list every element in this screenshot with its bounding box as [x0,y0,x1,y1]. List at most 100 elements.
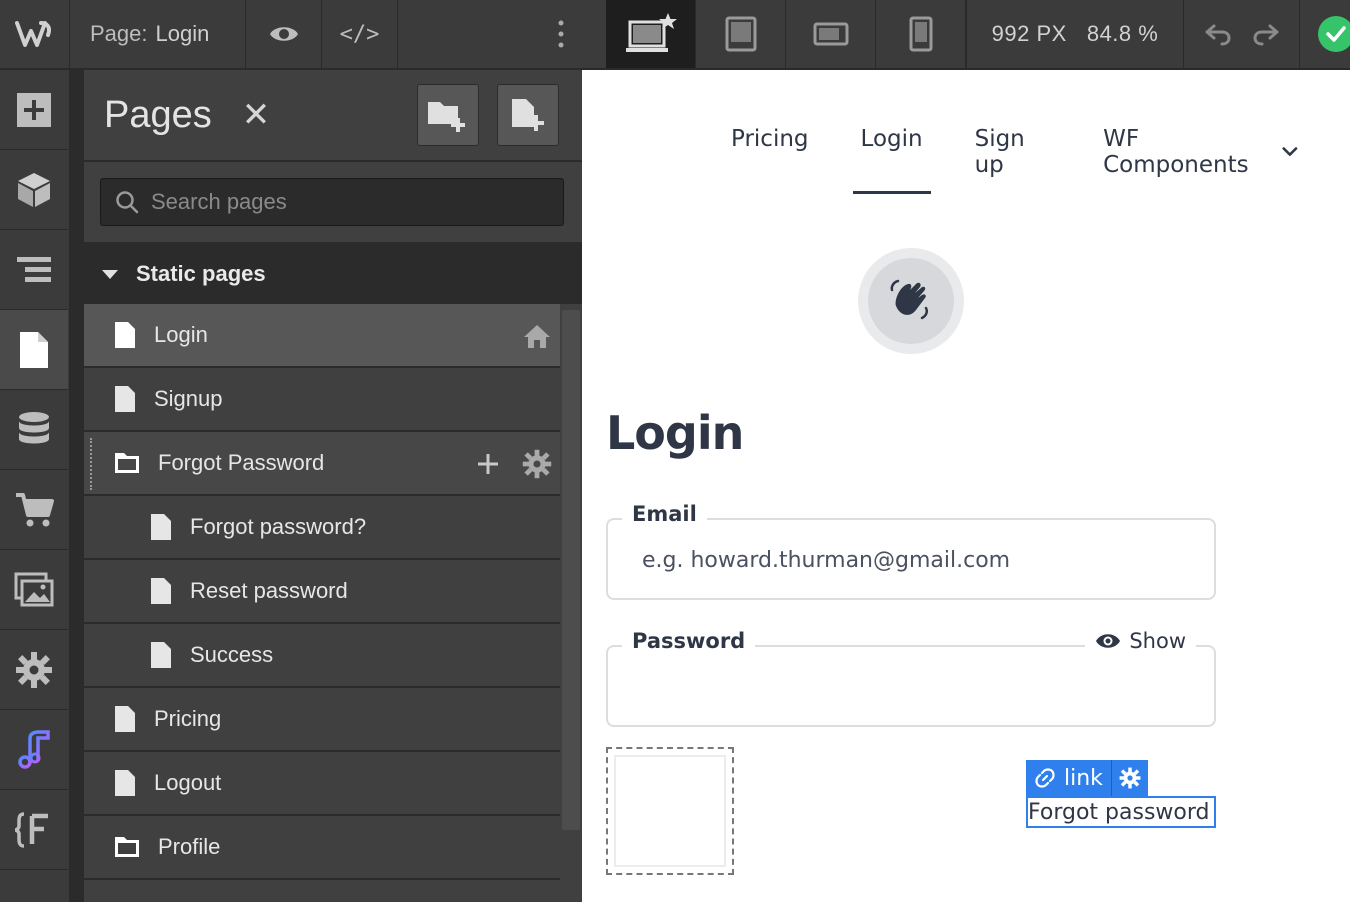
folder-label: Forgot Password [158,450,325,475]
home-icon[interactable] [522,323,552,349]
page-row-pricing[interactable]: Pricing [84,688,560,752]
page-label: Pricing [154,706,222,731]
page-row-logout[interactable]: Logout [84,752,560,816]
element-settings-button[interactable] [1112,760,1148,796]
code-export-button[interactable]: </> [322,0,398,68]
show-password-toggle[interactable]: Show [1085,629,1196,653]
plus-icon[interactable] [476,452,500,476]
add-page-icon [512,99,544,131]
page-icon [151,514,171,540]
close-panel-button[interactable]: ✕ [242,98,271,132]
nav-link-pricing[interactable]: Pricing [731,126,809,192]
email-input[interactable] [642,548,1182,573]
search-icon [116,191,139,214]
more-vertical-icon [558,20,564,48]
page-label: Logout [154,770,222,795]
add-folder-icon [428,102,465,132]
tablet-icon [725,16,756,52]
page-label: Signup [154,386,223,411]
page-row-success[interactable]: Success [84,624,560,688]
create-folder-button[interactable] [417,84,479,146]
code-icon: </> [339,21,380,47]
nav-dropdown-label: WF Components [1103,126,1249,178]
pages-panel: Pages ✕ Static pages Login [70,70,582,902]
canvas-width: 992 PX [991,21,1067,46]
nav-link-login[interactable]: Login [852,126,931,194]
preview-button[interactable] [246,0,322,68]
mobile-portrait-breakpoint-button[interactable] [876,0,966,68]
gear-icon [1119,767,1141,789]
pages-panel-body: Pages ✕ Static pages Login [84,70,582,902]
cms-button[interactable] [0,390,68,470]
pages-panel-header: Pages ✕ [84,70,582,162]
page-label: Forgot password? [190,514,367,539]
redo-icon[interactable] [1252,22,1280,46]
symbols-button[interactable] [0,150,68,230]
add-elements-button[interactable] [0,70,68,150]
search-pages-input[interactable] [151,189,531,215]
canvas-zoom: 84.8 % [1086,21,1159,46]
plus-square-icon [17,92,51,127]
nav-dropdown-wf-components[interactable]: WF Components [1103,126,1298,192]
page-row-forgot-password-q[interactable]: Forgot password? [84,496,560,560]
current-page-selector[interactable]: Page: Login [70,0,246,68]
navigator-button[interactable] [0,230,68,310]
finsweet-attributes-button[interactable] [0,790,68,870]
page-search-area [84,162,582,244]
empty-element-placeholder[interactable] [606,747,734,875]
drag-handle[interactable] [90,438,94,490]
desktop-breakpoint-button[interactable] [606,0,696,68]
page-search-box [100,178,564,226]
selected-element-badge[interactable]: link [1026,760,1148,796]
publish-status-check-icon[interactable] [1318,16,1350,52]
cube-icon [18,172,50,207]
page-icon [151,642,171,668]
cart-icon [16,492,54,526]
page-label: Success [190,642,274,667]
curly-f-icon [14,811,48,848]
folder-row-profile[interactable]: Profile [84,816,560,880]
show-label: Show [1129,629,1186,653]
app-integration-button[interactable] [0,710,68,790]
ecommerce-button[interactable] [0,470,68,550]
caret-down-icon [102,269,118,279]
pages-scrollbar[interactable] [562,310,580,830]
pages-panel-title: Pages [104,93,212,136]
folder-label: Profile [158,834,221,859]
folder-icon [115,453,139,473]
design-canvas: Pricing Login Sign up WF Components Logi… [582,70,1350,902]
undo-icon[interactable] [1204,22,1232,46]
waving-hand-icon [890,279,929,320]
eye-icon [269,27,298,41]
create-page-button[interactable] [497,84,559,146]
assets-button[interactable] [0,550,68,630]
page-list: Login Signup Forgot Password Forgot pass… [84,304,560,880]
page-icon [115,770,135,796]
music-note-icon [18,729,50,769]
canvas-size-readout[interactable]: 992 PX 84.8 % [966,0,1184,68]
static-pages-section-toggle[interactable]: Static pages [84,244,582,304]
page-icon [20,331,48,368]
mobile-landscape-breakpoint-button[interactable] [786,0,876,68]
row-actions [476,432,552,496]
page-row-signup[interactable]: Signup [84,368,560,432]
eye-icon [1096,634,1121,648]
undo-redo-group [1184,0,1300,68]
wave-avatar-inner [868,258,954,344]
page-row-reset-password[interactable]: Reset password [84,560,560,624]
webflow-logo-icon[interactable] [0,0,70,68]
page-row-login[interactable]: Login [84,304,560,368]
forgot-password-link[interactable]: Forgot password [1026,796,1216,828]
tablet-breakpoint-button[interactable] [696,0,786,68]
row-actions [522,304,552,368]
more-menu-button[interactable] [530,0,592,68]
email-field: Email [606,502,1216,600]
pages-button[interactable] [0,310,68,390]
nav-link-signup[interactable]: Sign up [975,126,1052,192]
password-label: Password [622,629,756,653]
folder-row-forgot-password[interactable]: Forgot Password [84,432,560,496]
page-icon [115,322,135,348]
gear-icon[interactable] [522,449,552,479]
settings-button[interactable] [0,630,68,710]
chevron-down-icon [1282,147,1298,156]
